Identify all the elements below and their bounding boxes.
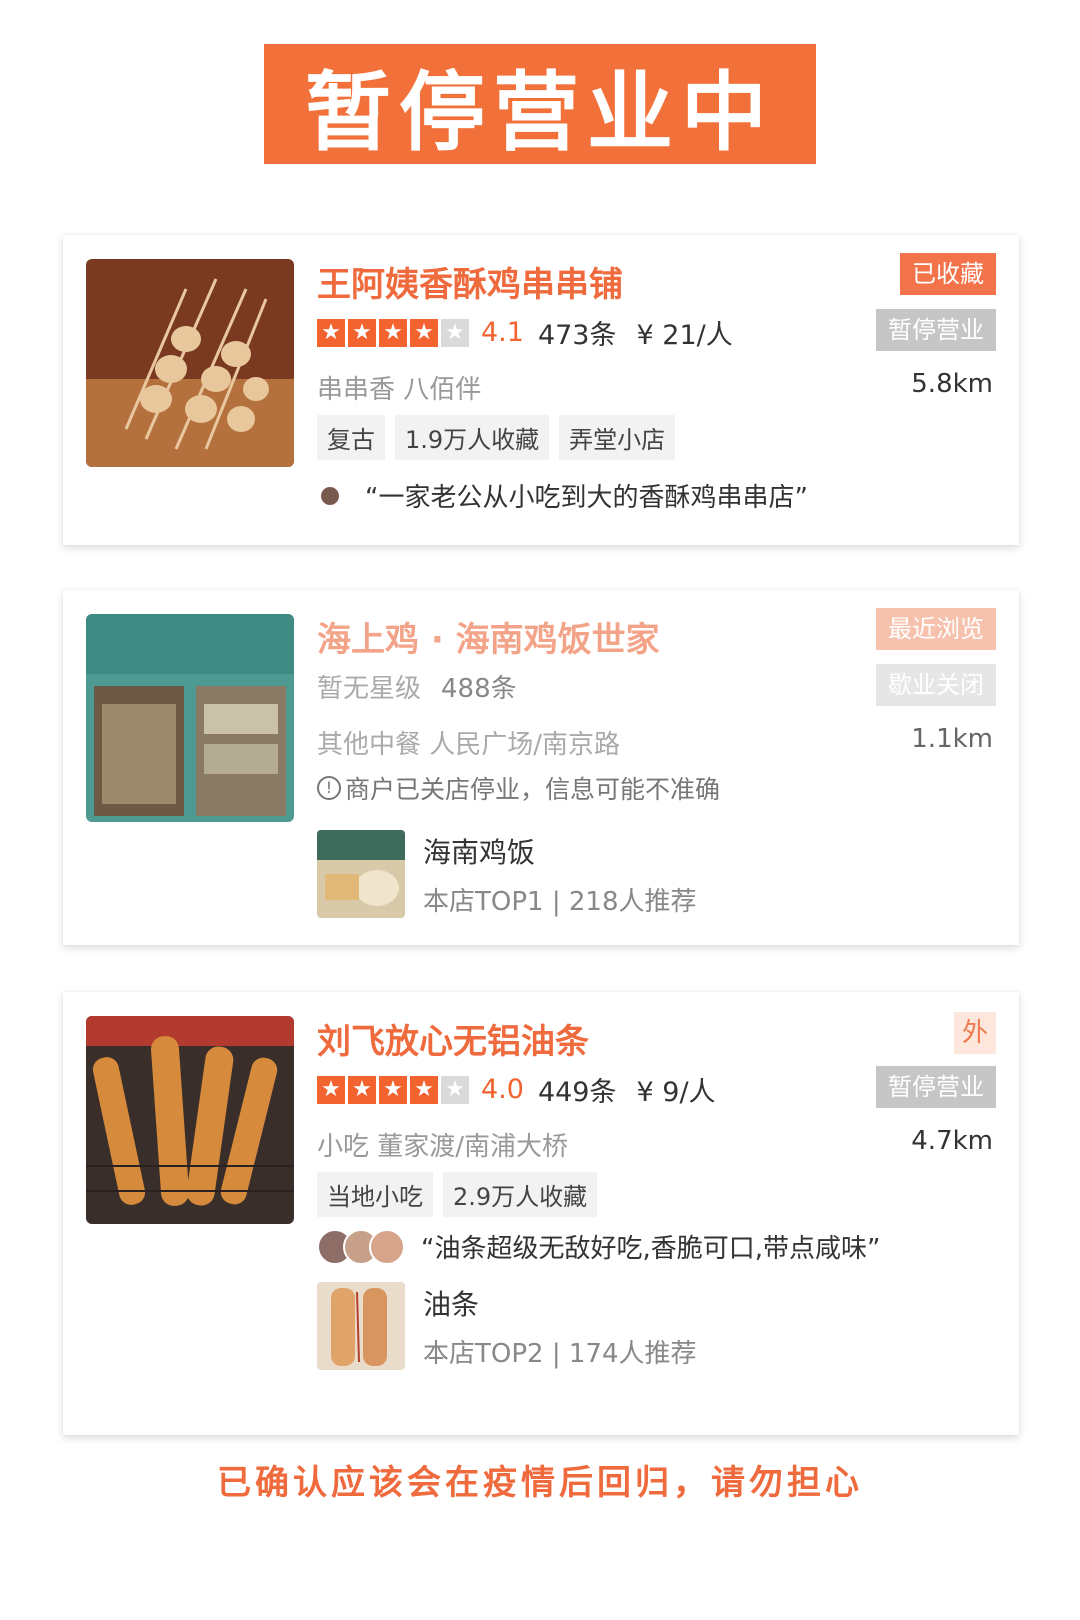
chicken-skewer-photo: [86, 259, 294, 467]
star-empty-icon: [441, 318, 469, 347]
review-quote: “一家老公从小吃到大的香酥鸡串串店”: [317, 477, 808, 514]
restaurant-card-2[interactable]: 海上鸡 · 海南鸡饭世家 最近浏览 暂无星级 488条 歇业关闭 其他中餐 人民…: [63, 590, 1019, 945]
star-icon: [348, 318, 376, 347]
distance: 1.1km: [911, 724, 993, 754]
status-badge: 暂停营业: [876, 1066, 996, 1108]
star-icon: [317, 1075, 345, 1104]
dish-name: 海南鸡饭: [423, 835, 536, 869]
restaurant-title[interactable]: 海上鸡 · 海南鸡饭世家: [317, 612, 660, 661]
star-icon: [379, 318, 407, 347]
category-area: 小吃 董家渡/南浦大桥: [317, 1132, 569, 1162]
status-badge: 歇业关闭: [876, 664, 996, 706]
dish-meta: 本店TOP2 | 174人推荐: [423, 1338, 697, 1369]
tag-chips: 当地小吃 2.9万人收藏: [317, 1172, 598, 1217]
rating-row: 暂无星级 488条: [317, 668, 517, 705]
star-empty-icon: [441, 1075, 469, 1104]
avatar: [321, 486, 339, 505]
review-count: 449条: [537, 1077, 617, 1108]
rating-row: 4.0 449条 ¥ 9/人: [317, 1070, 716, 1109]
info-icon: !: [317, 776, 341, 800]
restaurant-title[interactable]: 王阿姨香酥鸡串串铺: [317, 257, 623, 306]
tag-chip: 1.9万人收藏: [395, 415, 550, 460]
storefront-photo: [86, 614, 294, 822]
star-icon: [410, 1075, 438, 1104]
avatar: [369, 1228, 405, 1265]
restaurant-card-3[interactable]: 刘飞放心无铝油条 外 4.0 449条 ¥ 9/人 暂停营业 小吃 董家渡/南浦…: [63, 992, 1019, 1435]
dish-meta: 本店TOP1 | 218人推荐: [423, 886, 697, 917]
takeout-badge: 外: [954, 1012, 996, 1054]
tag-chip: 弄堂小店: [559, 415, 676, 460]
distance: 4.7km: [911, 1126, 993, 1156]
rating-row: 4.1 473条 ¥ 21/人: [317, 313, 733, 352]
rating-score: 4.0: [481, 1074, 524, 1105]
tag-chips: 复古 1.9万人收藏 弄堂小店: [317, 415, 676, 460]
category-area: 其他中餐 人民广场/南京路: [317, 730, 621, 760]
distance: 5.8km: [911, 369, 993, 399]
rating-score: 4.1: [481, 317, 524, 348]
restaurant-photo[interactable]: [86, 614, 294, 822]
star-rating: [317, 1075, 469, 1104]
review-count: 473条: [537, 320, 617, 351]
restaurant-title[interactable]: 刘飞放心无铝油条: [317, 1014, 589, 1063]
status-badge: 暂停营业: [876, 309, 996, 351]
avg-price: ¥ 9/人: [636, 1077, 716, 1108]
star-icon: [317, 318, 345, 347]
reviewer-avatars: [317, 1228, 409, 1265]
dish-photo: [317, 830, 405, 918]
avg-price: ¥ 21/人: [636, 320, 733, 351]
review-quote: “油条超级无敌好吃,香脆可口,带点咸味”: [317, 1228, 880, 1265]
restaurant-card-1[interactable]: 王阿姨香酥鸡串串铺 已收藏 4.1 473条 ¥ 21/人 暂停营业 串串香 八…: [63, 235, 1019, 545]
star-icon: [348, 1075, 376, 1104]
dish-photo: [317, 1282, 405, 1370]
warning-text: 商户已关店停业，信息可能不准确: [345, 775, 721, 804]
recommended-dish[interactable]: 油条 本店TOP2 | 174人推荐: [317, 1282, 696, 1370]
tag-chip: 复古: [317, 415, 385, 460]
restaurant-photo[interactable]: [86, 1016, 294, 1224]
restaurant-photo[interactable]: [86, 259, 294, 467]
review-count: 488条: [441, 674, 517, 704]
star-rating: [317, 318, 469, 347]
closed-banner: 暂停营业中: [264, 44, 816, 164]
star-icon: [410, 318, 438, 347]
tag-chip: 当地小吃: [317, 1172, 433, 1217]
favorited-badge: 已收藏: [900, 253, 996, 295]
footer-note: 已确认应该会在疫情后回归，请勿担心: [217, 1463, 863, 1503]
dish-name: 油条: [423, 1287, 480, 1321]
no-rating-text: 暂无星级: [317, 674, 422, 704]
quote-text: “油条超级无敌好吃,香脆可口,带点咸味”: [421, 1234, 881, 1264]
closed-warning: ! 商户已关店停业，信息可能不准确: [317, 770, 720, 806]
star-icon: [379, 1075, 407, 1104]
category-area: 串串香 八佰伴: [317, 375, 482, 405]
recommended-dish[interactable]: 海南鸡饭 本店TOP1 | 218人推荐: [317, 830, 696, 918]
youtiao-photo: [86, 1016, 294, 1224]
quote-text: “一家老公从小吃到大的香酥鸡串串店”: [365, 483, 808, 513]
tag-chip: 2.9万人收藏: [443, 1172, 598, 1217]
recently-viewed-badge: 最近浏览: [876, 608, 996, 650]
